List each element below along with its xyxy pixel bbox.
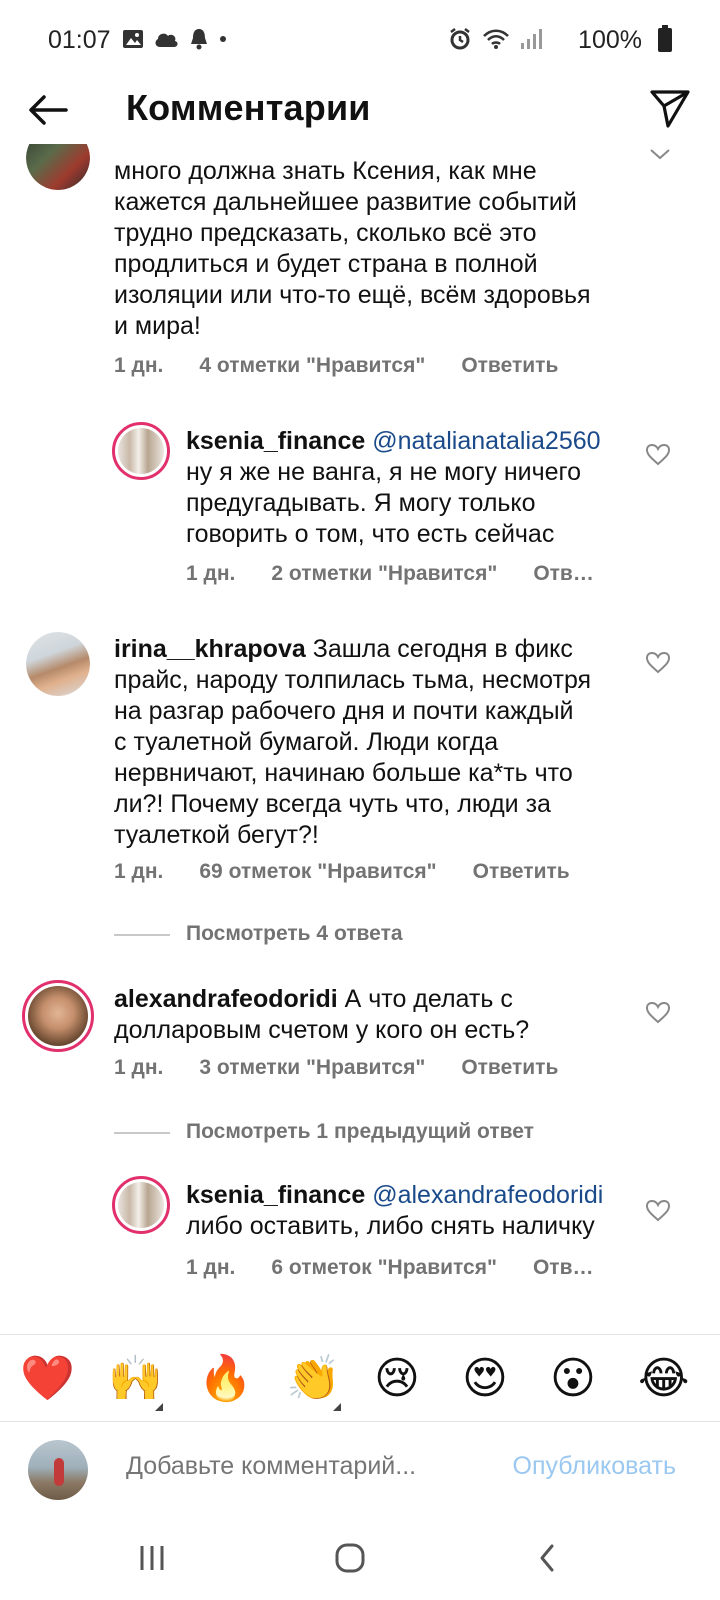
heart-icon[interactable] [646,652,670,674]
comment-text: irina__khrapova Зашла сегодня в фикс пра… [114,635,592,849]
heart-icon[interactable] [646,1002,670,1024]
dot-icon [220,36,226,42]
comment-meta: 1 дн. 6 отметок "Нравится" Отв… [186,1256,593,1280]
emoji-heart-button[interactable]: ❤️ [20,1353,75,1405]
chevron-down-icon[interactable] [648,144,672,166]
comment-time: 1 дн. [114,860,164,883]
likes-count[interactable]: 4 отметки "Нравится" [199,354,425,378]
comment-time: 1 дн. [114,1056,164,1079]
username[interactable]: alexandrafeodoridi [114,985,338,1013]
likes-count[interactable]: 2 отметки "Нравится" [271,562,497,586]
avatar[interactable] [26,632,90,696]
divider [114,934,170,936]
arrow-left-icon[interactable] [26,88,70,132]
comment-meta: 1 дн. 4 отметки "Нравится" Ответить [114,354,558,378]
app-header: Комментарии [0,80,720,144]
view-replies-button[interactable]: Посмотреть 4 ответа [186,922,403,946]
username[interactable]: ksenia_finance [186,427,365,455]
mention[interactable]: @alexandrafeodoridi [372,1181,603,1209]
image-icon [123,30,143,48]
skin-tone-indicator [333,1403,341,1411]
avatar[interactable] [112,422,170,480]
divider [114,1132,170,1134]
avatar[interactable] [26,144,90,190]
emoji-raising-hands-button[interactable]: 🙌 [108,1353,163,1405]
emoji-clapping-button[interactable]: 👏 [286,1353,341,1405]
emoji-fire-button[interactable]: 🔥 [198,1353,253,1405]
reply-button[interactable]: Ответить [473,860,570,884]
page-title: Комментарии [126,87,371,128]
heart-icon[interactable] [646,444,670,466]
status-bar: 01:07 100% [0,0,720,80]
post-button[interactable]: Опубликовать [513,1452,676,1481]
comment-meta: 1 дн. 69 отметок "Нравится" Ответить [114,860,570,884]
reply-button[interactable]: Отв… [533,562,594,586]
comment-text: alexandrafeodoridi А что делать с доллар… [114,985,530,1044]
comments-list[interactable]: много должна знать Ксения, как мне кажет… [0,144,720,1334]
back-icon[interactable] [526,1538,570,1578]
comment-text: много должна знать Ксения, как мне кажет… [114,157,591,340]
comment-text: ksenia_finance @natalianatalia2560 ну я … [186,427,601,548]
username[interactable]: irina__khrapova [114,635,306,663]
status-time: 01:07 [48,26,111,54]
alarm-icon [450,28,470,50]
comment-meta: 1 дн. 2 отметки "Нравится" Отв… [186,562,594,586]
skin-tone-indicator [155,1403,163,1411]
avatar[interactable] [22,980,94,1052]
likes-count[interactable]: 69 отметок "Нравится" [199,860,436,884]
view-previous-reply-button[interactable]: Посмотреть 1 предыдущий ответ [186,1120,534,1144]
notification-icons [122,27,227,51]
comment-time: 1 дн. [186,562,236,585]
mention[interactable]: @natalianatalia2560 [372,427,600,455]
heart-icon[interactable] [646,1200,670,1222]
signal-icon [521,29,542,49]
emoji-surprised-button[interactable]: 😮 [550,1353,596,1405]
comment-composer: Опубликовать [0,1422,720,1518]
battery-percentage: 100% [578,26,642,54]
comment-input[interactable] [126,1452,456,1481]
reply-button[interactable]: Отв… [533,1256,594,1280]
home-icon[interactable] [328,1538,372,1578]
paper-plane-icon[interactable] [648,86,692,130]
system-nav-bar [0,1518,720,1600]
wifi-icon [483,29,509,49]
username[interactable]: ksenia_finance [186,1181,365,1209]
emoji-laughing-button[interactable]: 😂 [638,1353,689,1405]
comment-time: 1 дн. [186,1256,236,1279]
system-icons [448,27,542,51]
emoji-reaction-bar: ❤️ 🙌 🔥 👏 😢 😍 😮 😂 [0,1334,720,1422]
likes-count[interactable]: 3 отметки "Нравится" [199,1056,425,1080]
comment-time: 1 дн. [114,354,164,377]
comment-text: ksenia_finance @alexandrafeodoridi либо … [186,1181,604,1240]
reply-button[interactable]: Ответить [461,1056,558,1080]
avatar[interactable] [112,1176,170,1234]
battery-icon [658,25,672,52]
reply-button[interactable]: Ответить [461,354,558,378]
emoji-crying-button[interactable]: 😢 [374,1353,420,1405]
current-user-avatar [28,1440,88,1500]
comment-meta: 1 дн. 3 отметки "Нравится" Ответить [114,1056,558,1080]
bell-icon [191,29,207,50]
likes-count[interactable]: 6 отметок "Нравится" [271,1256,497,1280]
cloud-icon [155,33,178,47]
recent-apps-icon[interactable] [130,1538,174,1578]
emoji-heart-eyes-button[interactable]: 😍 [462,1353,508,1405]
